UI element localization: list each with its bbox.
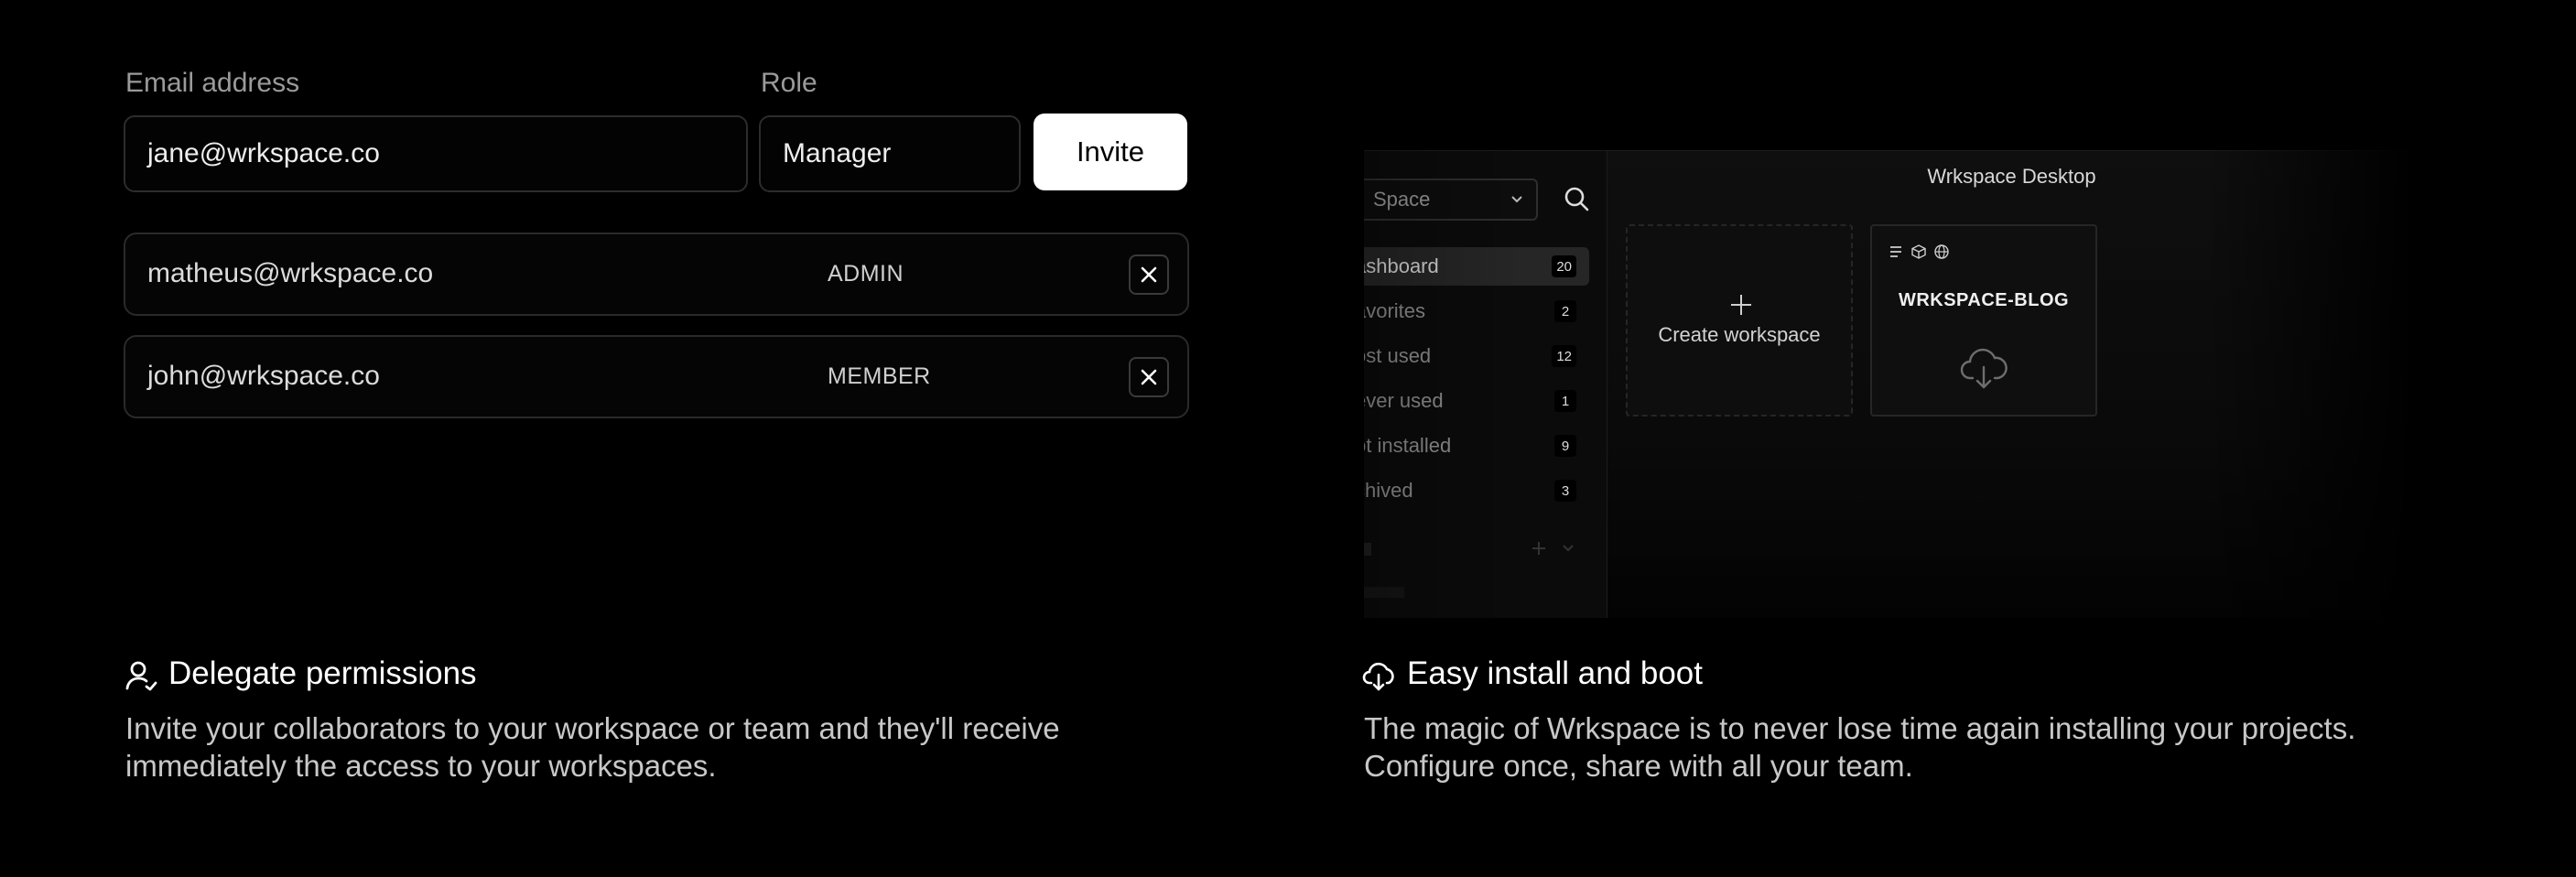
- nav-item-dashboard[interactable]: ashboard 20: [1364, 247, 1589, 286]
- nav-item-archived[interactable]: chived 3: [1364, 471, 1589, 510]
- feature-title: Easy install and boot: [1407, 655, 1703, 691]
- feature-description: Invite your collaborators to your worksp…: [125, 711, 1060, 783]
- section-item-fragment: [1364, 587, 1404, 598]
- section-header-fragment: [1364, 543, 1371, 556]
- chevron-down-icon[interactable]: [1562, 544, 1575, 553]
- member-role: ADMIN: [828, 261, 904, 287]
- nav-item-label: ashboard: [1364, 254, 1439, 277]
- member-email: matheus@wrkspace.co: [147, 258, 434, 288]
- window-title: Wrkspace Desktop: [1927, 165, 2096, 188]
- nav-item-count: 9: [1554, 435, 1576, 457]
- plus-icon: [1731, 295, 1751, 315]
- invite-button[interactable]: Invite: [1034, 114, 1187, 190]
- nav-item-count: 3: [1554, 480, 1576, 502]
- nav-item-never-used[interactable]: ever used 1: [1364, 382, 1589, 420]
- plus-icon[interactable]: [1531, 540, 1547, 557]
- close-icon: [1141, 369, 1157, 385]
- remove-member-button[interactable]: [1129, 254, 1169, 295]
- nav-item-count: 2: [1554, 300, 1576, 322]
- nav-item-count: 12: [1552, 345, 1576, 367]
- preview-sidebar: Space ashboard 20 avorites 2 ost used 12…: [1364, 151, 1607, 618]
- chevron-down-icon: [1511, 196, 1522, 203]
- member-role: MEMBER: [828, 363, 931, 389]
- nav-item-label: avorites: [1364, 299, 1426, 322]
- nav-item-not-installed[interactable]: ot installed 9: [1364, 427, 1589, 465]
- role-label: Role: [761, 68, 817, 98]
- list-icon: [1890, 246, 1901, 257]
- role-select-value: Manager: [783, 138, 892, 168]
- create-workspace-label: Create workspace: [1658, 323, 1821, 346]
- desktop-app-preview: Space ashboard 20 avorites 2 ost used 12…: [1364, 150, 2417, 618]
- cloud-download-icon: [1362, 662, 1394, 691]
- feature-description: The magic of Wrkspace is to never lose t…: [1364, 711, 2356, 783]
- nav-item-label: chived: [1364, 479, 1413, 502]
- close-icon: [1141, 266, 1157, 283]
- nav-item-count: 20: [1552, 255, 1576, 277]
- remove-member-button[interactable]: [1129, 357, 1169, 397]
- email-field[interactable]: jane@wrkspace.co: [124, 115, 748, 192]
- user-icon: [125, 661, 157, 691]
- nav-item-count: 1: [1554, 390, 1576, 412]
- workspace-card[interactable]: WRKSPACE-BLOG: [1870, 224, 2097, 417]
- email-field-value: jane@wrkspace.co: [147, 138, 380, 168]
- nav-item-label: ever used: [1364, 389, 1444, 412]
- nav-item-label: ot installed: [1364, 434, 1452, 457]
- role-select[interactable]: Manager: [759, 115, 1021, 192]
- member-email: john@wrkspace.co: [147, 361, 380, 391]
- nav-item-most-used[interactable]: ost used 12: [1364, 337, 1589, 375]
- globe-icon: [1934, 244, 1949, 259]
- cube-icon: [1911, 244, 1926, 259]
- search-icon[interactable]: [1564, 186, 1591, 213]
- nav-item-label: ost used: [1364, 344, 1432, 367]
- cloud-download-icon[interactable]: [1960, 347, 2008, 391]
- member-row: john@wrkspace.co MEMBER: [124, 335, 1189, 418]
- member-row: matheus@wrkspace.co ADMIN: [124, 233, 1189, 316]
- workspace-card-title: WRKSPACE-BLOG: [1898, 290, 2070, 310]
- create-workspace-card[interactable]: Create workspace: [1626, 224, 1853, 417]
- feature-title: Delegate permissions: [168, 655, 477, 691]
- workspace-select[interactable]: Space: [1364, 179, 1538, 221]
- workspace-select-value: Space: [1373, 188, 1431, 211]
- nav-item-favorites[interactable]: avorites 2: [1364, 292, 1589, 330]
- email-address-label: Email address: [125, 68, 300, 98]
